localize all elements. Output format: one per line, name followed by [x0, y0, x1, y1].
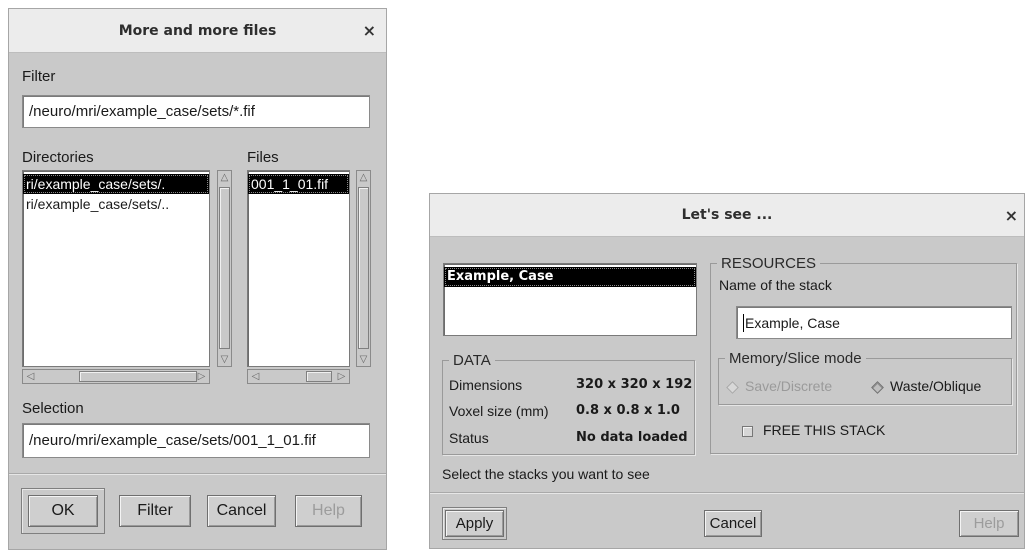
scroll-down-icon[interactable]: ▽ — [357, 353, 370, 366]
status-value: No data loaded — [576, 430, 688, 445]
voxel-size-label: Voxel size (mm) — [449, 403, 549, 419]
filter-button[interactable]: Filter — [119, 495, 191, 527]
files-list[interactable]: 001_1_01.fif — [247, 170, 350, 367]
radio-diamond-selected-icon — [871, 380, 884, 394]
scroll-left-icon[interactable]: ◁ — [24, 370, 37, 383]
files-vscrollbar[interactable]: △ ▽ — [356, 170, 371, 367]
ok-button[interactable]: OK — [28, 495, 98, 527]
dimensions-value: 320 x 320 x 192 — [576, 377, 693, 392]
stacks-list[interactable]: Example, Case — [443, 263, 697, 336]
scroll-down-icon[interactable]: ▽ — [218, 353, 231, 366]
waste-oblique-radio[interactable]: Waste/Oblique — [871, 378, 982, 394]
memory-slice-label: Memory/Slice mode — [729, 350, 862, 367]
file-dialog-title: More and more files — [118, 22, 277, 39]
filter-label: Filter — [22, 68, 56, 85]
scroll-thumb[interactable] — [219, 187, 230, 349]
apply-button[interactable]: Apply — [445, 510, 504, 537]
list-item[interactable]: Example, Case — [444, 267, 696, 287]
file-dialog: More and more files × Filter /neuro/mri/… — [8, 8, 387, 550]
selection-input-text: /neuro/mri/example_case/sets/001_1_01.fi… — [29, 432, 316, 449]
stack-name-label: Name of the stack — [719, 277, 832, 293]
close-icon[interactable]: × — [1005, 194, 1018, 236]
status-label: Status — [449, 430, 489, 446]
dimensions-label: Dimensions — [449, 377, 523, 393]
button-divider — [430, 492, 1024, 494]
button-divider — [9, 473, 386, 475]
scroll-right-icon[interactable]: ▷ — [335, 370, 348, 383]
help-button[interactable]: Help — [295, 495, 362, 527]
selection-input[interactable]: /neuro/mri/example_case/sets/001_1_01.fi… — [22, 423, 370, 458]
list-item[interactable]: 001_1_01.fif — [248, 174, 349, 194]
list-item[interactable]: ri/example_case/sets/. — [23, 174, 209, 194]
list-item[interactable]: ri/example_case/sets/.. — [23, 194, 209, 214]
stack-dialog-titlebar[interactable]: Let's see ... × — [430, 194, 1024, 237]
filter-input[interactable]: /neuro/mri/example_case/sets/*.fif — [22, 95, 370, 128]
filter-input-text: /neuro/mri/example_case/sets/*.fif — [29, 103, 255, 120]
cancel-button[interactable]: Cancel — [704, 510, 762, 537]
directories-list[interactable]: ri/example_case/sets/. ri/example_case/s… — [22, 170, 210, 367]
stack-dialog: Let's see ... × Example, Case DATA Dimen… — [429, 193, 1025, 549]
stack-name-input[interactable]: Example, Case — [736, 306, 1012, 339]
directories-vscrollbar[interactable]: △ ▽ — [217, 170, 232, 367]
scroll-right-icon[interactable]: ▷ — [195, 370, 208, 383]
selection-label: Selection — [22, 400, 84, 417]
stack-name-text: Example, Case — [745, 314, 840, 331]
files-label: Files — [247, 149, 279, 166]
files-hscrollbar[interactable]: ◁ ▷ — [247, 369, 350, 384]
resources-group-label: RESOURCES — [721, 255, 817, 272]
free-stack-checkbox[interactable]: FREE THIS STACK — [742, 422, 885, 438]
directories-label: Directories — [22, 149, 94, 166]
free-stack-label: FREE THIS STACK — [763, 422, 886, 438]
text-cursor — [743, 313, 744, 332]
scroll-thumb[interactable] — [306, 371, 332, 382]
radio-diamond-icon — [726, 380, 739, 394]
waste-oblique-label: Waste/Oblique — [890, 378, 982, 394]
scroll-up-icon[interactable]: △ — [218, 171, 231, 184]
help-button[interactable]: Help — [959, 510, 1019, 537]
cancel-button[interactable]: Cancel — [207, 495, 276, 527]
scroll-up-icon[interactable]: △ — [357, 171, 370, 184]
directories-hscrollbar[interactable]: ◁ ▷ — [22, 369, 210, 384]
close-icon[interactable]: × — [363, 9, 376, 52]
file-dialog-titlebar[interactable]: More and more files × — [9, 9, 386, 53]
hint-text: Select the stacks you want to see — [442, 466, 650, 482]
stack-dialog-title: Let's see ... — [681, 207, 773, 223]
save-discrete-radio[interactable]: Save/Discrete — [726, 378, 833, 394]
scroll-thumb[interactable] — [358, 187, 369, 349]
scroll-left-icon[interactable]: ◁ — [249, 370, 262, 383]
data-group-label: DATA — [453, 352, 491, 369]
checkbox-icon — [742, 425, 753, 437]
save-discrete-label: Save/Discrete — [745, 378, 833, 394]
scroll-thumb[interactable] — [79, 371, 197, 382]
voxel-size-value: 0.8 x 0.8 x 1.0 — [576, 403, 680, 418]
